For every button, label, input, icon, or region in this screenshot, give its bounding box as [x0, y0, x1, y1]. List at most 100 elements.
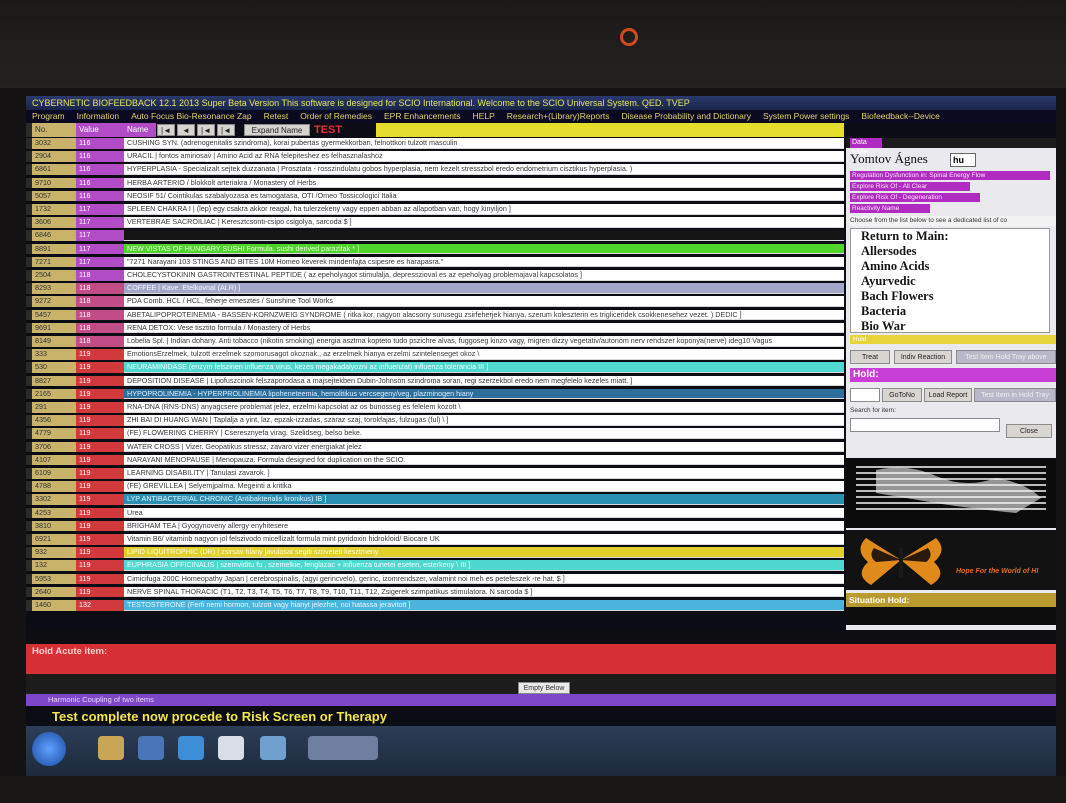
table-row[interactable]: 333 119 EmotionsErzelmek, tulzott erzelmek… — [26, 349, 844, 360]
link-reactivity-name[interactable]: Reactivity Name — [850, 204, 930, 213]
list-item-bacteria[interactable]: Bacteria — [851, 304, 1049, 319]
table-row[interactable]: 3706 119 WATER CROSS | Vizer. Geopatikus s… — [26, 441, 844, 453]
internet-explorer-icon[interactable] — [178, 736, 204, 760]
media-player-icon[interactable] — [138, 736, 164, 760]
row-name[interactable]: EmotionsErzelmek, tulzott erzelmek szomo… — [124, 349, 844, 360]
row-name[interactable]: VERTEBRAE SACROILIAC | Keresztcsonti-csi… — [124, 217, 844, 228]
table-row[interactable]: 8293 118 COFFEE | Kave. Etelkovnal (ALR) ] — [26, 283, 844, 294]
list-item-amino-acids[interactable]: Amino Acids — [851, 259, 1049, 274]
row-name[interactable]: (FE) GREVILLEA | Selyemjpalma. Megeinti … — [124, 481, 844, 492]
link-risk-all-clear[interactable]: Explore Risk Of - All Clear — [850, 182, 970, 191]
row-name[interactable]: Vitamin B6/ vitaminb nagyon jol felszivo… — [124, 534, 844, 545]
row-name[interactable]: WATER CROSS | Vizer. Geopatikus stressz,… — [124, 441, 844, 453]
table-row[interactable]: 8891 117 NEW VISTAS OF HUNGARY SUSHI Formu… — [26, 243, 844, 255]
expand-name-button[interactable]: Expand Name — [244, 124, 310, 136]
menu-program[interactable]: Program — [32, 110, 65, 123]
document-icon[interactable] — [218, 736, 244, 760]
row-name[interactable]: NEW VISTAS OF HUNGARY SUSHI Formula. sus… — [124, 243, 844, 255]
table-row[interactable]: 2504 118 CHOLECYSTOKININ GASTROINTESTINAL … — [26, 270, 844, 281]
indiv-reaction-button[interactable]: Indiv Reaction — [894, 350, 952, 364]
situation-hold-field[interactable] — [846, 607, 1056, 625]
table-row[interactable]: 932 119 LIPID LIQUITROPHIC (DR) | zsirsav … — [26, 547, 844, 558]
row-name[interactable]: RNA-DNA (RNS-DNS) anyagcsere problemat j… — [124, 402, 844, 413]
test-hold-item-button[interactable]: Test Item in Hold Tray — [974, 388, 1056, 402]
table-row[interactable]: 6861 116 HYPERPLASIA - Specializalt sejtek… — [26, 164, 844, 175]
table-row[interactable]: 291 119 RNA-DNA (RNS-DNS) anyagcsere probl… — [26, 402, 844, 413]
search-input[interactable] — [850, 418, 1000, 432]
table-row[interactable]: 2165 119 HYPOPROLINEMIA - HYPERPROLINEMIA … — [26, 388, 844, 400]
spreadsheet-icon[interactable] — [260, 736, 286, 760]
gotono-button[interactable]: GoToNo — [882, 388, 922, 402]
row-name[interactable]: Lobelia Spl. | Indian dohany. Anti tobac… — [124, 336, 844, 347]
last-record-button[interactable]: |◄ — [217, 124, 235, 136]
table-row[interactable]: 4107 119 NARAYANI MENOPAUSE | Menopauza. F… — [26, 454, 844, 466]
row-name[interactable]: LYP ANTIBACTERIAL CHRONIC (Antibakterial… — [124, 494, 844, 505]
first-record-button[interactable]: |◄ — [157, 124, 175, 136]
table-row[interactable]: 5953 119 Cimicifuga 200C Homeopathy Japan … — [26, 573, 844, 585]
row-name[interactable]: HYPOPROLINEMIA - HYPERPROLINEMIA lipohen… — [124, 388, 844, 400]
row-name[interactable]: TESTOSTERONE (Ferfi nemi hormon, tulzott… — [124, 600, 844, 611]
table-row[interactable]: 8827 119 DEPOSITION DISEASE | Lipofuszcino… — [26, 375, 844, 387]
table-row[interactable]: 1732 117 SPLEEN CHAKRA I | (lep) egy csakr… — [26, 204, 844, 215]
table-row[interactable]: 4779 119 (FE) FLOWERING CHERRY | Csereszny… — [26, 428, 844, 439]
row-name[interactable]: "7271 Narayani 103 STINGS AND BITES 10M … — [124, 256, 844, 268]
link-risk-degeneration[interactable]: Explore Risk Of - Degeneration — [850, 193, 980, 202]
treat-button[interactable]: Treat — [850, 350, 890, 364]
row-name[interactable]: ZHI BAI DI HUANG WAN | Taplalja a yint, … — [124, 415, 844, 426]
table-row[interactable]: 8149 118 Lobelia Spl. | Indian dohany. Ant… — [26, 336, 844, 347]
list-item-bio-war[interactable]: Bio War — [851, 319, 1049, 332]
table-row[interactable]: 6846 117 — [26, 230, 844, 241]
menu-order-of-remedies[interactable]: Order of Remedies — [300, 110, 372, 123]
menu-system-power[interactable]: System Power settings — [763, 110, 849, 123]
row-name[interactable]: EUPHRASIA OFFICINALIS | szemviditu fu , … — [124, 560, 844, 571]
load-report-button[interactable]: Load Report — [924, 388, 972, 402]
row-name[interactable]: DEPOSITION DISEASE | Lipofuszcinok felsz… — [124, 375, 844, 387]
table-row[interactable]: 3032 116 CUSHING SYN. (adrenogenitalis szi… — [26, 138, 844, 149]
row-name[interactable]: SPLEEN CHAKRA I | (lep) egy csakra akkor… — [124, 204, 844, 215]
row-name[interactable]: CHOLECYSTOKININ GASTROINTESTINAL PEPTIDE… — [124, 270, 844, 281]
test-hold-tray-button[interactable]: Test Item Hold Tray above — [956, 350, 1056, 364]
menu-retest[interactable]: Retest — [264, 110, 289, 123]
next-record-button[interactable]: |◄ — [197, 124, 215, 136]
menu-information[interactable]: Information — [77, 110, 120, 123]
table-row[interactable]: 6109 119 LEARNING DISABILITY | Tanulasi za… — [26, 468, 844, 479]
scio-app-icon[interactable] — [308, 736, 378, 760]
row-name[interactable]: BRIGHAM TEA | Gyogynoveny allergy enyhit… — [124, 520, 844, 532]
link-regulation-dysfunction[interactable]: Regulation Dysfunction in: Spinal Energy… — [850, 171, 1050, 180]
table-row[interactable]: 530 119 NEURAMINIDASE (enzym felszinen inf… — [26, 362, 844, 373]
row-name[interactable]: NEOSIF 51/ Cointikulas szabalyozasa es t… — [124, 190, 844, 202]
close-button[interactable]: Close — [1006, 424, 1052, 438]
list-item-allersodes[interactable]: Allersodes — [851, 244, 1049, 259]
row-name[interactable]: ABETALIPOPROTEINEMIA - BASSEN-KORNZWEIG … — [124, 309, 844, 321]
menu-disease-probability[interactable]: Disease Probability and Dictionary — [622, 110, 751, 123]
table-row[interactable]: 2904 116 URACIL | fontos aminosav | Amino … — [26, 151, 844, 162]
hold-acute-panel[interactable]: Hold Acute item: — [26, 644, 1056, 674]
row-name[interactable]: NEURAMINIDASE (enzym felszinen influenza… — [124, 362, 844, 373]
windows-start-icon[interactable] — [32, 732, 66, 766]
row-name[interactable]: HYPERPLASIA - Specializalt sejtek duzzan… — [124, 164, 844, 175]
table-row[interactable]: 5457 118 ABETALIPOPROTEINEMIA - BASSEN-KOR… — [26, 309, 844, 321]
row-name[interactable]: NERVE SPINAL THORACIC (T1, T2, T3, T4, T… — [124, 586, 844, 598]
column-header-value[interactable]: Value — [76, 123, 124, 137]
table-row[interactable]: 5057 116 NEOSIF 51/ Cointikulas szabalyoza… — [26, 190, 844, 202]
gotono-field[interactable] — [850, 388, 880, 402]
table-row[interactable]: 3606 117 VERTEBRAE SACROILIAC | Keresztcso… — [26, 217, 844, 228]
table-row[interactable]: 9691 118 RENA DETOX: Vese tisztito formula… — [26, 322, 844, 334]
row-name[interactable]: RENA DETOX: Vese tisztito formula / Mona… — [124, 322, 844, 334]
row-name[interactable]: LIPID LIQUITROPHIC (DR) | zsirsav hiany … — [124, 547, 844, 558]
table-row[interactable]: 7271 117 "7271 Narayani 103 STINGS AND BIT… — [26, 256, 844, 268]
prev-record-button[interactable]: ◄ — [177, 124, 195, 136]
row-name[interactable]: (FE) FLOWERING CHERRY | Cseresznyefa vir… — [124, 428, 844, 439]
row-name[interactable] — [124, 230, 844, 241]
menu-biofeedback-device[interactable]: Biofeedback--Device — [861, 110, 939, 123]
table-row[interactable]: 4253 119 Urea — [26, 507, 844, 519]
row-name[interactable]: COFFEE | Kave. Etelkovnal (ALR) ] — [124, 283, 844, 294]
data-folder-label[interactable]: Data folder — [850, 138, 882, 156]
table-row[interactable]: 3302 119 LYP ANTIBACTERIAL CHRONIC (Antiba… — [26, 494, 844, 505]
file-explorer-icon[interactable] — [98, 736, 124, 760]
row-name[interactable]: CUSHING SYN. (adrenogenitalis szindroma)… — [124, 138, 844, 149]
row-name[interactable]: URACIL | fontos aminosav | Amino Acid az… — [124, 151, 844, 162]
menu-epr-enhancements[interactable]: EPR Enhancements — [384, 110, 461, 123]
table-row[interactable]: 1460 132 TESTOSTERONE (Ferfi nemi hormon, … — [26, 600, 844, 611]
table-row[interactable]: 4788 119 (FE) GREVILLEA | Selyemjpalma. Me… — [26, 481, 844, 492]
